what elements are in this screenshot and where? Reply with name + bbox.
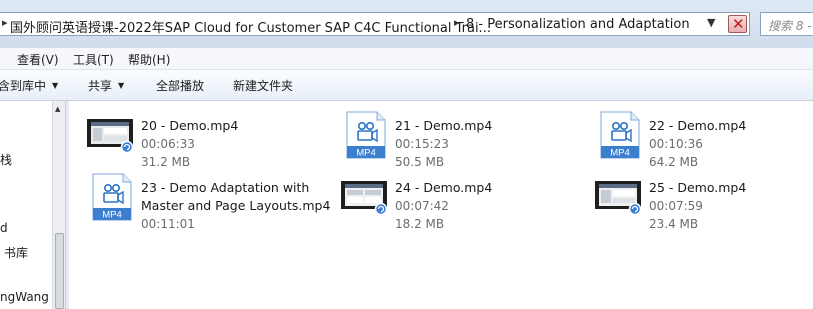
file-name: 23 - Demo Adaptation with xyxy=(141,180,310,195)
menu-bar: 查看(V) 工具(T) 帮助(H) xyxy=(0,48,813,70)
file-name: 24 - Demo.mp4 xyxy=(395,180,493,195)
menu-tools[interactable]: 工具(T) xyxy=(73,51,114,68)
play-all-button[interactable]: 全部播放 xyxy=(156,77,204,94)
clear-address-button[interactable]: ✕ xyxy=(728,15,747,33)
file-list: 20 - Demo.mp4 00:06:33 31.2 MB MP4 21 - … xyxy=(69,101,813,309)
list-item[interactable]: MP4 23 - Demo Adaptation with Master and… xyxy=(85,171,335,231)
mp4-file-icon: MP4 xyxy=(339,109,391,159)
file-size: 18.2 MB xyxy=(395,217,445,231)
share-button[interactable]: 共享 ▼ xyxy=(88,77,124,94)
file-duration: 00:15:23 xyxy=(395,137,449,151)
file-duration: 00:06:33 xyxy=(141,137,195,151)
mp4-badge: MP4 xyxy=(102,210,122,221)
file-duration: 00:11:01 xyxy=(141,217,195,231)
file-name: 20 - Demo.mp4 xyxy=(141,118,239,133)
file-name: 22 - Demo.mp4 xyxy=(649,118,747,133)
include-in-library-label: 包含到库中 xyxy=(0,79,47,93)
video-thumbnail-icon xyxy=(593,171,645,221)
include-in-library-button[interactable]: 包含到库中 ▼ xyxy=(0,77,58,94)
nav-item-user[interactable]: ngWang xyxy=(0,290,49,304)
mp4-badge: MP4 xyxy=(356,148,376,159)
new-folder-button[interactable]: 新建文件夹 xyxy=(233,77,293,94)
nav-scrollbar[interactable]: ▲ xyxy=(52,101,66,309)
scrollbar-thumb[interactable] xyxy=(55,233,64,309)
nav-item-library[interactable]: 书库 xyxy=(4,244,28,261)
mp4-file-icon: MP4 xyxy=(593,109,645,159)
list-item[interactable]: 25 - Demo.mp4 00:07:59 23.4 MB xyxy=(593,171,813,231)
file-name: 21 - Demo.mp4 xyxy=(395,118,493,133)
search-placeholder: 搜索 8 - xyxy=(768,19,812,33)
address-dropdown-icon[interactable]: ▼ xyxy=(707,16,715,29)
chevron-down-icon: ▼ xyxy=(52,81,59,90)
menu-view[interactable]: 查看(V) xyxy=(17,51,59,68)
file-duration: 00:07:59 xyxy=(649,199,703,213)
file-name: 25 - Demo.mp4 xyxy=(649,180,747,195)
list-item[interactable]: 20 - Demo.mp4 00:06:33 31.2 MB xyxy=(85,109,335,169)
navigation-pane: 栈 d 书库 ngWang xyxy=(0,101,52,309)
file-size: 64.2 MB xyxy=(649,155,699,169)
file-size: 23.4 MB xyxy=(649,217,699,231)
file-name-line2: Master and Page Layouts.mp4 xyxy=(141,198,331,213)
close-icon: ✕ xyxy=(732,15,745,33)
nav-item[interactable]: 栈 xyxy=(0,151,12,168)
scroll-up-icon[interactable]: ▲ xyxy=(55,105,60,113)
share-label: 共享 xyxy=(88,79,113,93)
file-duration: 00:10:36 xyxy=(649,137,703,151)
list-item[interactable]: 24 - Demo.mp4 00:07:42 18.2 MB xyxy=(339,171,589,231)
video-thumbnail-icon xyxy=(85,109,137,159)
address-bar-area: ▸ 国外顾问英语授课-2022年SAP Cloud for Customer S… xyxy=(0,0,813,48)
file-duration: 00:07:42 xyxy=(395,199,449,213)
search-input[interactable]: 搜索 8 - xyxy=(760,12,813,36)
chevron-down-icon: ▼ xyxy=(118,81,125,90)
breadcrumb-current-folder[interactable]: 8 - Personalization and Adaptation xyxy=(466,17,690,32)
list-item[interactable]: MP4 21 - Demo.mp4 00:15:23 50.5 MB xyxy=(339,109,589,169)
mp4-badge: MP4 xyxy=(610,148,630,159)
video-thumbnail-icon xyxy=(339,171,391,221)
file-size: 31.2 MB xyxy=(141,155,191,169)
command-bar: 包含到库中 ▼ 共享 ▼ 全部播放 新建文件夹 xyxy=(0,70,813,101)
list-item[interactable]: MP4 22 - Demo.mp4 00:10:36 64.2 MB xyxy=(593,109,813,169)
breadcrumb-separator-icon[interactable]: ▸ xyxy=(2,16,8,29)
menu-help[interactable]: 帮助(H) xyxy=(128,51,170,68)
file-size: 50.5 MB xyxy=(395,155,445,169)
address-bar[interactable]: ▸ 国外顾问英语授课-2022年SAP Cloud for Customer S… xyxy=(0,12,750,36)
breadcrumb-parent-folder[interactable]: 国外顾问英语授课-2022年SAP Cloud for Customer SAP… xyxy=(10,17,491,36)
breadcrumb-separator-icon[interactable]: ▸ xyxy=(454,16,460,29)
nav-item[interactable]: d xyxy=(0,221,8,235)
mp4-file-icon: MP4 xyxy=(85,171,137,221)
